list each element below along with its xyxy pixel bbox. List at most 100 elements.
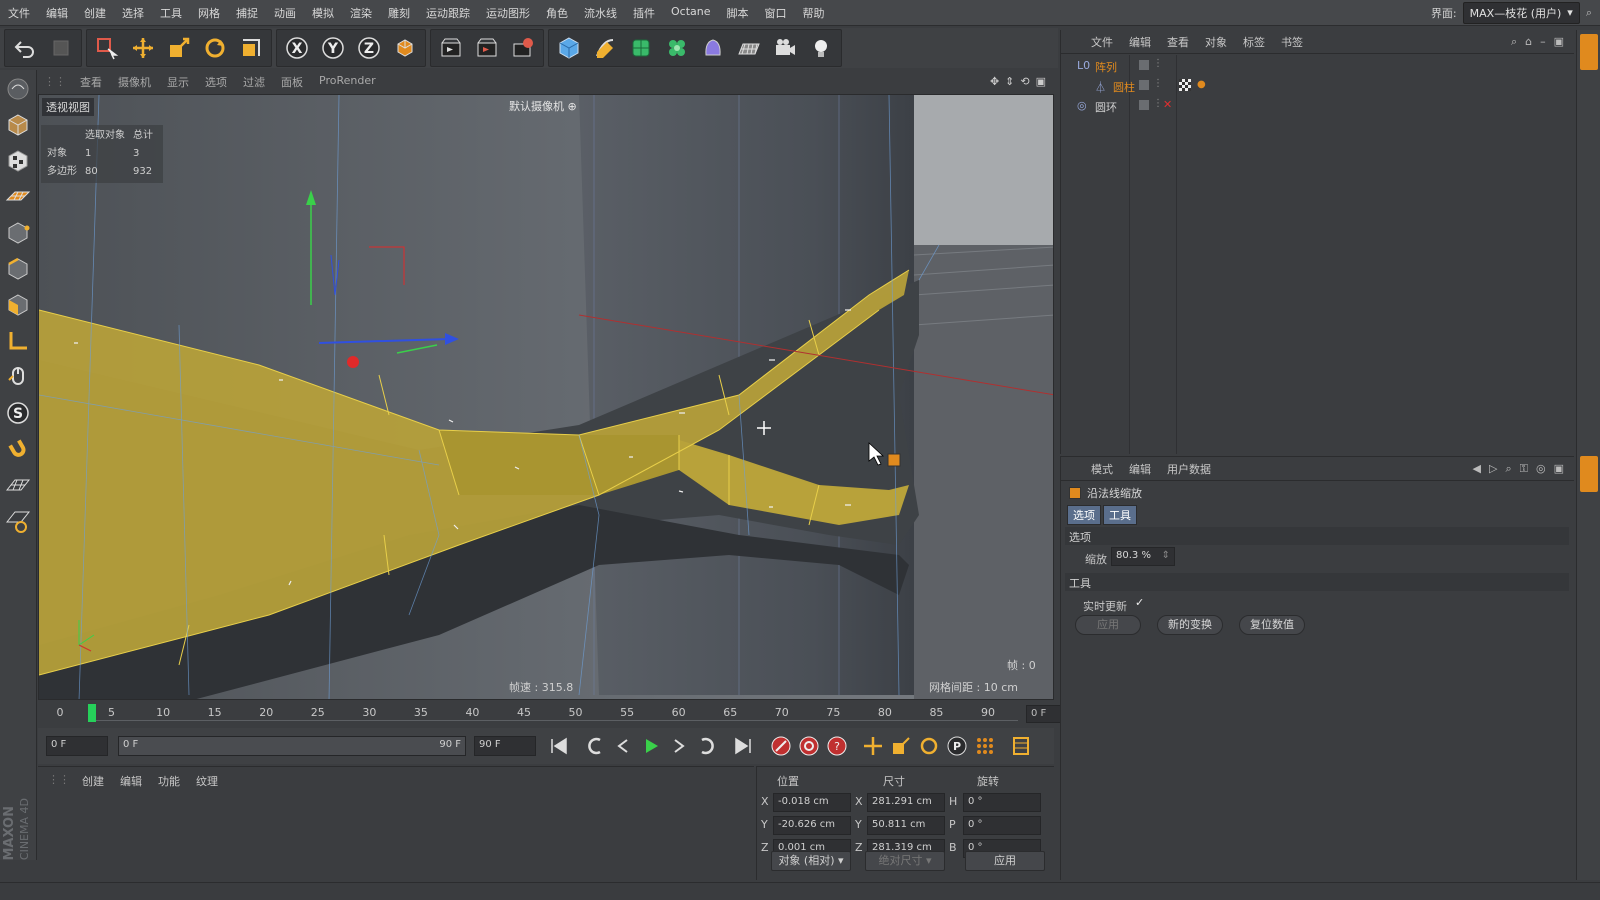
cloner-icon[interactable]	[660, 31, 694, 65]
snap-icon[interactable]: S	[1, 396, 35, 430]
workplane-icon[interactable]	[1, 180, 35, 214]
previous-frame-icon[interactable]	[610, 733, 636, 759]
menu-item[interactable]: 捕捉	[228, 5, 266, 21]
attribute-menu-item[interactable]: 编辑	[1121, 461, 1159, 477]
menu-item[interactable]: 插件	[625, 5, 663, 21]
move-icon[interactable]	[126, 31, 160, 65]
render-picture-viewer-icon[interactable]	[470, 31, 504, 65]
render-settings-icon[interactable]	[506, 31, 540, 65]
tweak-mode-icon[interactable]	[1, 360, 35, 394]
viewport-menu-item[interactable]: 面板	[273, 74, 311, 90]
timeline-ruler[interactable]: 0 5 10 15 20 25 30 35 40 45 50 55 60 65 70 75 80 85 90 0 F	[38, 702, 1088, 726]
go-to-end-icon[interactable]	[730, 733, 756, 759]
texture-mode-icon[interactable]	[1, 144, 35, 178]
grid-snap-icon[interactable]	[1, 468, 35, 502]
render-dots-icon[interactable]: ⋮	[1153, 78, 1163, 89]
rotate-view-icon[interactable]: ⟲	[1020, 75, 1029, 88]
view-name-label[interactable]: 透视视图	[42, 98, 94, 116]
material-menu-item[interactable]: 功能	[150, 773, 188, 789]
pen-icon[interactable]	[588, 31, 622, 65]
checker-tag-icon[interactable]	[1179, 79, 1191, 91]
tab-options[interactable]: 选项	[1067, 505, 1101, 525]
material-menu-item[interactable]: 创建	[74, 773, 112, 789]
object-row[interactable]: ⏃ 圆柱 ⋮ ●	[1061, 76, 1575, 96]
visibility-icon[interactable]	[1139, 100, 1149, 110]
coordinates-apply-button[interactable]: 应用	[965, 851, 1045, 871]
light-icon[interactable]	[804, 31, 838, 65]
scale-icon[interactable]	[162, 31, 196, 65]
x-axis-icon[interactable]: X	[280, 31, 314, 65]
point-mode-icon[interactable]	[1, 216, 35, 250]
record-keys-icon[interactable]	[768, 733, 794, 759]
phong-tag-icon[interactable]: ●	[1197, 79, 1206, 90]
end-frame-field[interactable]: 90 F	[474, 736, 536, 756]
auto-key-icon[interactable]	[796, 733, 822, 759]
polygon-mode-icon[interactable]	[1, 288, 35, 322]
floor-icon[interactable]	[732, 31, 766, 65]
layout-select[interactable]: MAX—枝花 (用户) ▾	[1462, 1, 1580, 24]
redo-icon[interactable]	[44, 31, 78, 65]
menu-item[interactable]: 运动图形	[478, 5, 538, 21]
content-browser-tab[interactable]	[1580, 126, 1598, 186]
search-icon[interactable]: ⌕	[1505, 462, 1511, 476]
attribute-menu-item[interactable]: 模式	[1083, 461, 1121, 477]
camera-icon[interactable]	[768, 31, 802, 65]
object-row[interactable]: ◎ 圆环 ⋮ ✕	[1061, 96, 1575, 116]
realtime-update-checkbox[interactable]: ✓	[1135, 596, 1144, 609]
undo-icon[interactable]	[8, 31, 42, 65]
subdivision-icon[interactable]	[624, 31, 658, 65]
menu-item[interactable]: 工具	[152, 5, 190, 21]
viewport-menu-item[interactable]: 摄像机	[110, 74, 159, 90]
menu-item[interactable]: 动画	[266, 5, 304, 21]
coordinate-system-icon[interactable]	[388, 31, 422, 65]
new-transform-button[interactable]: 新的变换	[1157, 615, 1223, 635]
workplane-snap-icon[interactable]	[1, 504, 35, 538]
cube-icon[interactable]	[552, 31, 586, 65]
coordinate-mode-select[interactable]: 对象 (相对) ▾	[771, 851, 851, 871]
key-position-icon[interactable]	[860, 733, 886, 759]
object-menu-item[interactable]: 文件	[1083, 34, 1121, 50]
object-menu-item[interactable]: 标签	[1235, 34, 1273, 50]
size-field[interactable]: 281.291 cm	[867, 793, 945, 812]
key-scale-icon[interactable]	[888, 733, 914, 759]
back-arrow-icon[interactable]: ◀	[1473, 462, 1481, 476]
camera-label[interactable]: 默认摄像机 ⊕	[509, 98, 577, 114]
scale-field[interactable]: 80.3 % ⇕	[1111, 547, 1175, 566]
visibility-icon[interactable]	[1139, 60, 1149, 70]
object-menu-item[interactable]: 编辑	[1121, 34, 1159, 50]
timeline-window-icon[interactable]	[1008, 733, 1034, 759]
forward-arrow-icon[interactable]: ▷	[1489, 462, 1497, 476]
viewport-menu-item[interactable]: 过滤	[235, 74, 273, 90]
size-mode-select[interactable]: 绝对尺寸 ▾	[865, 851, 945, 871]
perspective-viewport[interactable]: 透视视图 默认摄像机 ⊕ 选取对象 总计 对象 1 3 多边形 80 932 帧…	[38, 94, 1054, 700]
apply-button[interactable]: 应用	[1075, 615, 1141, 635]
viewport-menu-item[interactable]: 选项	[197, 74, 235, 90]
live-select-icon[interactable]	[90, 31, 124, 65]
search-icon[interactable]: ⌕	[1511, 35, 1517, 49]
viewport-menu-item[interactable]: 显示	[159, 74, 197, 90]
last-tool-icon[interactable]	[234, 31, 268, 65]
z-axis-icon[interactable]: Z	[352, 31, 386, 65]
render-dots-icon[interactable]: ⋮	[1153, 58, 1163, 69]
viewport-menu-item[interactable]: 查看	[72, 74, 110, 90]
attributes-tab[interactable]	[1580, 456, 1598, 492]
preview-range-slider[interactable]: 0 F 90 F	[118, 736, 466, 756]
attribute-menu-item[interactable]: 用户数据	[1159, 461, 1219, 477]
menu-item[interactable]: 窗口	[757, 5, 795, 21]
rotation-field[interactable]: 0 °	[963, 816, 1041, 835]
menu-item[interactable]: 编辑	[38, 5, 76, 21]
key-rotation-icon[interactable]	[916, 733, 942, 759]
stepper-icon[interactable]: ⇕	[1162, 550, 1170, 561]
dolly-view-icon[interactable]: ⇕	[1005, 75, 1014, 88]
menu-item[interactable]: 网格	[190, 5, 228, 21]
playhead[interactable]	[88, 704, 96, 722]
maximize-view-icon[interactable]: ▣	[1036, 75, 1046, 88]
menu-item[interactable]: 雕刻	[380, 5, 418, 21]
menu-item[interactable]: 脚本	[719, 5, 757, 21]
viewport-menu-item[interactable]: ProRender	[311, 74, 384, 90]
material-menu-item[interactable]: 编辑	[112, 773, 150, 789]
menu-item[interactable]: Octane	[663, 5, 719, 21]
position-field[interactable]: -20.626 cm	[773, 816, 851, 835]
rotation-field[interactable]: 0 °	[963, 793, 1041, 812]
menu-item[interactable]: 帮助	[795, 5, 833, 21]
